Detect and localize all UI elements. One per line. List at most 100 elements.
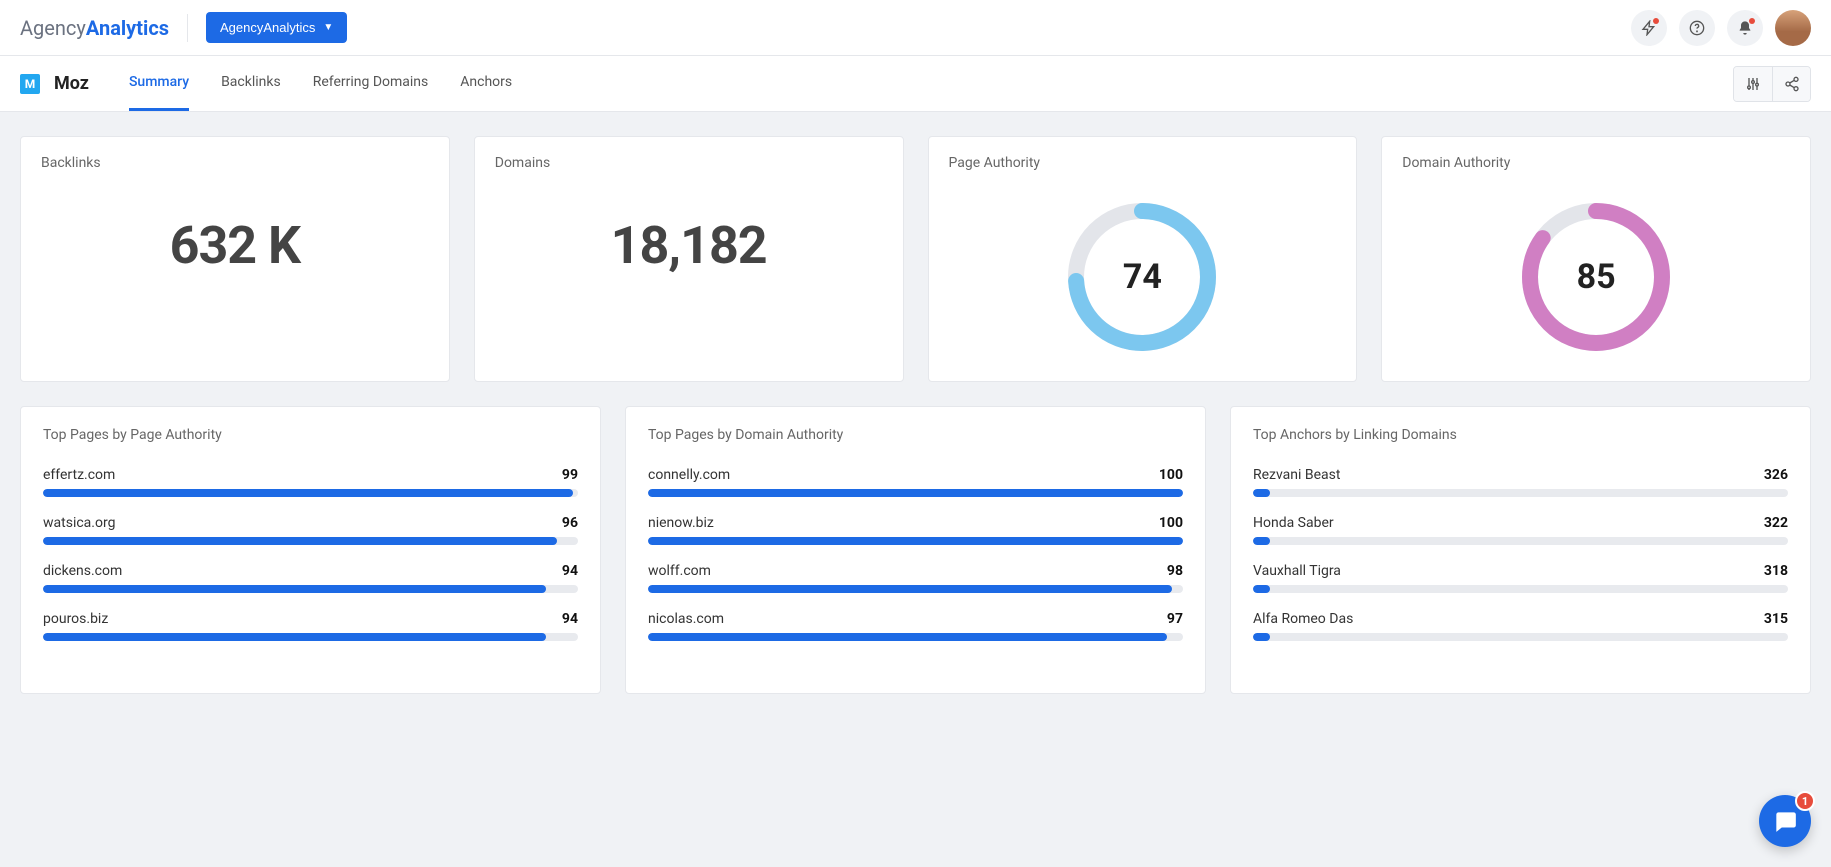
list-item-label: nicolas.com (648, 611, 724, 627)
bar-track (1253, 633, 1788, 641)
list-item-label: Alfa Romeo Das (1253, 611, 1353, 627)
list-item: connelly.com 100 (648, 467, 1183, 497)
list-item-value: 94 (562, 563, 578, 579)
list-item-label: pouros.biz (43, 611, 108, 627)
list-item: Vauxhall Tigra 318 (1253, 563, 1788, 593)
list-item-value: 97 (1167, 611, 1183, 627)
list-card-da: Top Pages by Domain Authority connelly.c… (625, 406, 1206, 694)
bar-fill (1253, 537, 1270, 545)
tab-backlinks[interactable]: Backlinks (221, 56, 281, 111)
list-item-label: nienow.biz (648, 515, 714, 531)
brand-part2: Analytics (86, 16, 169, 40)
list-item-row: nicolas.com 97 (648, 611, 1183, 627)
bar-track (1253, 537, 1788, 545)
list-item: Honda Saber322 (1253, 515, 1788, 545)
workspace-selector[interactable]: AgencyAnalytics ▼ (206, 12, 347, 43)
page-title: Moz (54, 73, 89, 94)
list-item: wolff.com98 (648, 563, 1183, 593)
vertical-divider (187, 14, 188, 42)
card-domain-authority-label: Domain Authority (1402, 155, 1790, 171)
list-item-row: Alfa Romeo Das 315 (1253, 611, 1788, 627)
list-da-title: Top Pages by Domain Authority (648, 427, 1183, 443)
list-item: Rezvani Beast326 (1253, 467, 1788, 497)
bar-track (648, 489, 1183, 497)
list-item: nienow.biz100 (648, 515, 1183, 545)
notification-dot (1653, 18, 1659, 24)
tabs: Summary Backlinks Referring Domains Anch… (129, 56, 512, 111)
subbar-left: M Moz Summary Backlinks Referring Domain… (20, 56, 512, 111)
list-item-value: 318 (1764, 563, 1788, 579)
bar-fill (1253, 633, 1270, 641)
bar-fill (648, 633, 1167, 641)
list-item: dickens.com 94 (43, 563, 578, 593)
card-domains-label: Domains (495, 155, 883, 171)
card-page-authority-label: Page Authority (949, 155, 1337, 171)
list-item: watsica.org96 (43, 515, 578, 545)
notifications-icon-button[interactable] (1727, 10, 1763, 46)
workspace-selector-label: AgencyAnalytics (220, 20, 315, 35)
topbar: AgencyAnalytics AgencyAnalytics ▼ (0, 0, 1831, 56)
gauge-page-authority: 74 (1062, 197, 1222, 357)
tab-summary[interactable]: Summary (129, 56, 189, 111)
list-item-row: nienow.biz100 (648, 515, 1183, 531)
gauge-page-authority-wrap: 74 (949, 197, 1337, 357)
share-icon (1784, 76, 1800, 92)
sliders-icon (1745, 76, 1761, 92)
card-backlinks: Backlinks 632 K (20, 136, 450, 382)
help-icon-button[interactable] (1679, 10, 1715, 46)
list-item-label: connelly.com (648, 467, 730, 483)
moz-icon-letter: M (25, 77, 36, 91)
tab-referring-domains[interactable]: Referring Domains (313, 56, 429, 111)
list-item-label: Vauxhall Tigra (1253, 563, 1341, 579)
topbar-right (1631, 10, 1811, 46)
bar-track (1253, 585, 1788, 593)
bar-fill (43, 633, 546, 641)
bar-track (648, 537, 1183, 545)
bar-track (43, 585, 578, 593)
gauge-domain-authority-value: 85 (1577, 257, 1616, 297)
list-item-row: Honda Saber322 (1253, 515, 1788, 531)
brand-part1: Agency (20, 16, 86, 40)
notification-dot (1749, 18, 1755, 24)
card-domains: Domains 18,182 (474, 136, 904, 382)
bar-track (43, 633, 578, 641)
list-item-value: 322 (1764, 515, 1788, 531)
list-item-value: 326 (1764, 467, 1788, 483)
brand-logo[interactable]: AgencyAnalytics (20, 16, 169, 40)
list-item-value: 315 (1764, 611, 1788, 627)
subbar-right (1733, 66, 1811, 102)
share-button[interactable] (1772, 67, 1810, 101)
list-pa-title: Top Pages by Page Authority (43, 427, 578, 443)
list-item-row: pouros.biz94 (43, 611, 578, 627)
list-item-value: 96 (562, 515, 578, 531)
help-icon (1689, 20, 1705, 36)
list-item-row: Rezvani Beast326 (1253, 467, 1788, 483)
card-domains-value: 18,182 (495, 197, 883, 306)
bar-fill (648, 585, 1172, 593)
tab-anchors[interactable]: Anchors (460, 56, 512, 111)
card-backlinks-label: Backlinks (41, 155, 429, 171)
list-da-items: connelly.com 100 nienow.biz100 wolff.com98 n… (648, 467, 1183, 641)
list-item-label: effertz.com (43, 467, 115, 483)
list-item-value: 98 (1167, 563, 1183, 579)
settings-button[interactable] (1734, 67, 1772, 101)
bar-track (648, 633, 1183, 641)
bar-track (43, 489, 578, 497)
bolt-icon-button[interactable] (1631, 10, 1667, 46)
bar-track (1253, 489, 1788, 497)
list-item-value: 100 (1159, 467, 1183, 483)
bar-track (43, 537, 578, 545)
list-item: Alfa Romeo Das 315 (1253, 611, 1788, 641)
list-item-row: dickens.com 94 (43, 563, 578, 579)
list-card-anchors: Top Anchors by Linking Domains Rezvani B… (1230, 406, 1811, 694)
card-backlinks-value: 632 K (41, 197, 429, 306)
gauge-domain-authority: 85 (1516, 197, 1676, 357)
list-anchors-items: Rezvani Beast326 Honda Saber322 Vauxhall T… (1253, 467, 1788, 641)
chat-fab[interactable]: 1 (1759, 795, 1811, 847)
user-avatar[interactable] (1775, 10, 1811, 46)
list-item: effertz.com99 (43, 467, 578, 497)
gauge-page-authority-value: 74 (1123, 257, 1162, 297)
topbar-left: AgencyAnalytics AgencyAnalytics ▼ (20, 12, 347, 43)
list-item-label: dickens.com (43, 563, 122, 579)
subbar: M Moz Summary Backlinks Referring Domain… (0, 56, 1831, 112)
